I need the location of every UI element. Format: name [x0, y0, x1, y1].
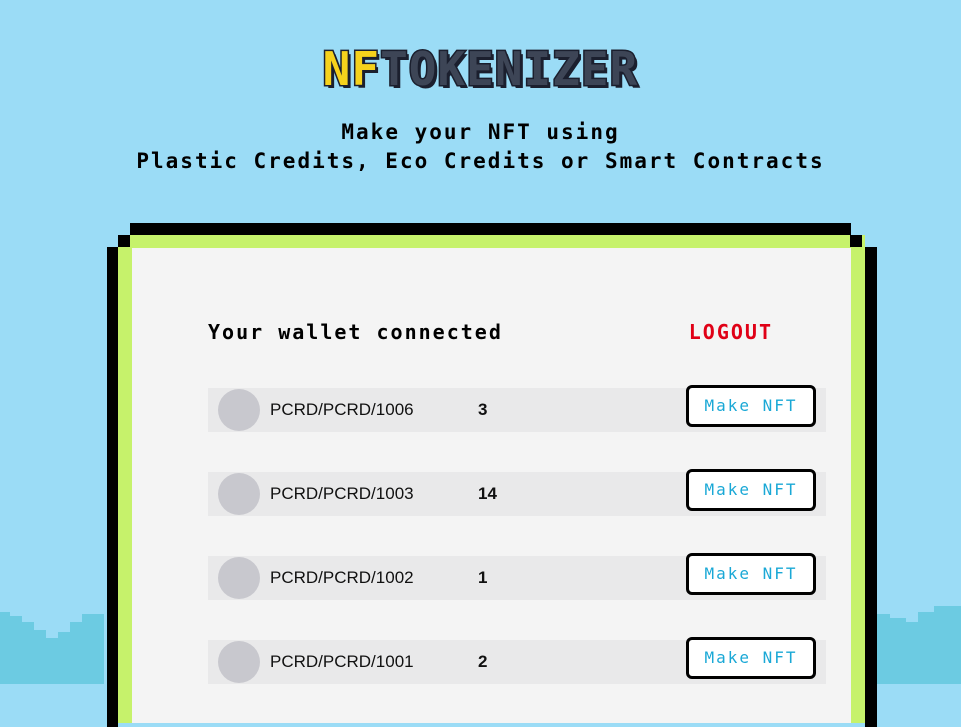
- token-row: PCRD/PCRD/1006 3 Make NFT: [208, 385, 826, 432]
- logo-rest: TOKENIZER: [379, 42, 639, 96]
- tagline-line-1: Make your NFT using: [341, 120, 620, 144]
- token-quantity: 14: [478, 484, 497, 503]
- token-list: PCRD/PCRD/1006 3 Make NFT PCRD/PCRD/1003…: [208, 385, 826, 724]
- card-border-top: [130, 223, 851, 235]
- make-nft-button[interactable]: Make NFT: [686, 637, 816, 679]
- card-border-corner-right: [850, 235, 862, 247]
- make-nft-button[interactable]: Make NFT: [686, 553, 816, 595]
- token-quantity: 3: [478, 400, 488, 419]
- token-name: PCRD/PCRD/1001: [270, 652, 414, 671]
- token-quantity: 1: [478, 568, 488, 587]
- token-avatar: [218, 641, 260, 683]
- tagline: Make your NFT using Plastic Credits, Eco…: [0, 118, 961, 176]
- token-row: PCRD/PCRD/1002 1 Make NFT: [208, 553, 826, 600]
- token-name: PCRD/PCRD/1002: [270, 568, 414, 587]
- token-name: PCRD/PCRD/1003: [270, 484, 414, 503]
- card-border-right: [865, 247, 877, 727]
- logout-button[interactable]: LOGOUT: [689, 320, 773, 344]
- wallet-title: Your wallet connected: [208, 320, 503, 344]
- token-name: PCRD/PCRD/1006: [270, 400, 414, 419]
- logo-highlight: NF: [321, 42, 381, 96]
- token-row: PCRD/PCRD/1001 2 Make NFT: [208, 637, 826, 684]
- app-logo: NFTOKENIZER: [0, 42, 961, 96]
- make-nft-button[interactable]: Make NFT: [686, 469, 816, 511]
- token-avatar: [218, 557, 260, 599]
- token-row: PCRD/PCRD/1003 14 Make NFT: [208, 469, 826, 516]
- card-border-left: [107, 247, 118, 727]
- token-avatar: [218, 389, 260, 431]
- card-border-corner-left: [118, 235, 130, 247]
- wallet-card: Your wallet connected LOGOUT PCRD/PCRD/1…: [132, 248, 851, 723]
- tagline-line-2: Plastic Credits, Eco Credits or Smart Co…: [136, 149, 825, 173]
- token-avatar: [218, 473, 260, 515]
- make-nft-button[interactable]: Make NFT: [686, 385, 816, 427]
- wallet-card-frame: Your wallet connected LOGOUT PCRD/PCRD/1…: [107, 223, 877, 727]
- token-quantity: 2: [478, 652, 488, 671]
